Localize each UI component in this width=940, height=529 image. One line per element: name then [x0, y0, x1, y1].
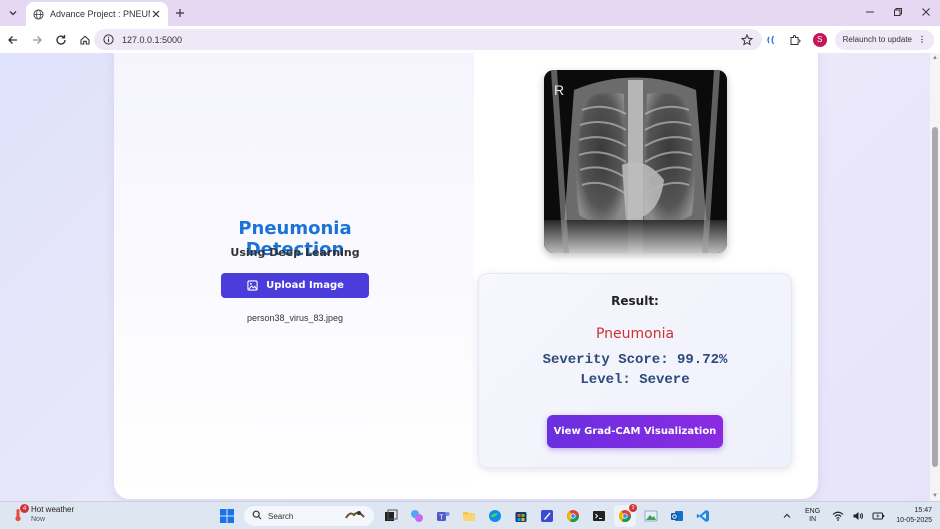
- url-text: 127.0.0.1:5000: [122, 34, 183, 45]
- task-view-icon[interactable]: [380, 505, 402, 527]
- region-code: IN: [809, 516, 817, 523]
- xray-preview-image: R: [544, 70, 727, 253]
- show-hidden-icons-chevron-icon[interactable]: [779, 508, 795, 524]
- chrome-notification-badge: 3: [629, 504, 637, 512]
- relaunch-to-update-button[interactable]: Relaunch to update ⋮: [834, 29, 934, 50]
- chrome-icon[interactable]: [562, 505, 584, 527]
- weather-title: Hot weather: [31, 505, 75, 514]
- taskbar-search-box[interactable]: Search: [244, 506, 374, 526]
- extensions-puzzle-icon[interactable]: [785, 30, 805, 50]
- system-clock[interactable]: 15:47 10-05-2025: [896, 506, 932, 526]
- close-tab-icon[interactable]: [150, 8, 162, 20]
- reload-icon[interactable]: [50, 29, 72, 51]
- more-menu-icon[interactable]: ⋮: [918, 35, 926, 44]
- minimize-icon[interactable]: [856, 0, 884, 24]
- image-icon: [246, 280, 258, 292]
- page-viewport: Pneumonia Detection Using Deep Learning …: [0, 53, 940, 501]
- back-arrow-icon[interactable]: [2, 29, 24, 51]
- prediction-text: Pneumonia: [595, 326, 675, 342]
- scroll-up-arrow-icon[interactable]: ▲: [932, 55, 938, 61]
- close-window-icon[interactable]: [912, 0, 940, 24]
- vscode-icon[interactable]: [692, 505, 714, 527]
- globe-icon: [32, 8, 44, 20]
- tab-strip: Advance Project : PNEUMONIA: [0, 0, 940, 26]
- browser-tab[interactable]: Advance Project : PNEUMONIA: [26, 2, 168, 26]
- view-gradcam-button[interactable]: View Grad-CAM Visualization: [547, 415, 723, 448]
- scroll-down-arrow-icon[interactable]: ▼: [932, 493, 938, 499]
- restore-icon[interactable]: [884, 0, 912, 24]
- new-tab-plus-icon[interactable]: [172, 5, 188, 21]
- upload-image-button[interactable]: Upload Image: [221, 273, 369, 298]
- weather-alert-badge: 4: [20, 504, 29, 513]
- xray-side-marker: R: [554, 82, 564, 98]
- relaunch-label: Relaunch to update: [842, 35, 912, 44]
- search-highlight-icon: [344, 509, 366, 524]
- svg-text:T: T: [439, 515, 444, 522]
- windows-taskbar: 4 Hot weather Now Search T 3 ENG IN 15:4…: [0, 501, 940, 529]
- pen-app-icon[interactable]: [536, 505, 558, 527]
- windows-start-icon[interactable]: [216, 505, 238, 527]
- file-explorer-icon[interactable]: [458, 505, 480, 527]
- clock-date: 10-05-2025: [896, 517, 932, 524]
- battery-charging-icon[interactable]: [870, 508, 886, 524]
- result-heading: Result:: [611, 294, 659, 308]
- edge-browser-icon[interactable]: [484, 505, 506, 527]
- input-language-indicator[interactable]: ENG IN: [805, 508, 820, 524]
- toolbar-right: S Relaunch to update ⋮: [757, 29, 934, 50]
- search-icon: [252, 509, 262, 523]
- browser-toolbar: 127.0.0.1:5000 S Relaunch to update ⋮: [0, 26, 940, 53]
- tab-search-chevron-icon[interactable]: [4, 4, 22, 22]
- terminal-icon[interactable]: [588, 505, 610, 527]
- chrome-active-icon[interactable]: 3: [614, 504, 637, 527]
- volume-icon[interactable]: [850, 508, 866, 524]
- forward-arrow-icon[interactable]: [26, 29, 48, 51]
- copilot-icon[interactable]: [406, 505, 428, 527]
- tab-title: Advance Project : PNEUMONIA: [50, 9, 150, 19]
- wifi-icon[interactable]: [830, 508, 846, 524]
- result-panel: Result: Pneumonia Severity Score: 99.72%…: [478, 273, 792, 468]
- severity-level-text: Level: Severe: [580, 372, 690, 388]
- uploaded-filename: person38_virus_83.jpeg: [246, 313, 344, 323]
- store-icon[interactable]: [510, 505, 532, 527]
- page-scrollbar[interactable]: ▲ ▼: [930, 53, 940, 501]
- clock-time: 15:47: [914, 507, 932, 514]
- main-card: Pneumonia Detection Using Deep Learning …: [114, 53, 818, 499]
- upload-image-label: Upload Image: [266, 280, 344, 291]
- system-tray: ENG IN 15:47 10-05-2025: [779, 502, 940, 529]
- home-icon[interactable]: [74, 29, 96, 51]
- profile-avatar[interactable]: S: [812, 32, 827, 47]
- severity-score-text: Severity Score: 99.72%: [542, 352, 728, 368]
- scrollbar-thumb[interactable]: [932, 127, 938, 467]
- weather-widget[interactable]: 4 Hot weather Now: [10, 504, 75, 525]
- page-subtitle: Using Deep Learning: [230, 246, 360, 259]
- photo-app-icon[interactable]: [640, 505, 662, 527]
- weather-subtitle: Now: [31, 516, 46, 523]
- outlook-icon[interactable]: [666, 505, 688, 527]
- read-aloud-icon[interactable]: [761, 30, 781, 50]
- window-controls: [856, 0, 940, 26]
- language-code: ENG: [805, 508, 821, 515]
- taskbar-apps: Search T 3: [216, 504, 718, 528]
- site-info-icon[interactable]: [102, 34, 114, 46]
- teams-icon[interactable]: T: [432, 505, 454, 527]
- thermometer-icon: 4: [10, 504, 29, 523]
- search-placeholder: Search: [268, 511, 294, 521]
- address-bar[interactable]: 127.0.0.1:5000: [94, 29, 762, 50]
- bookmark-star-icon[interactable]: [740, 33, 754, 47]
